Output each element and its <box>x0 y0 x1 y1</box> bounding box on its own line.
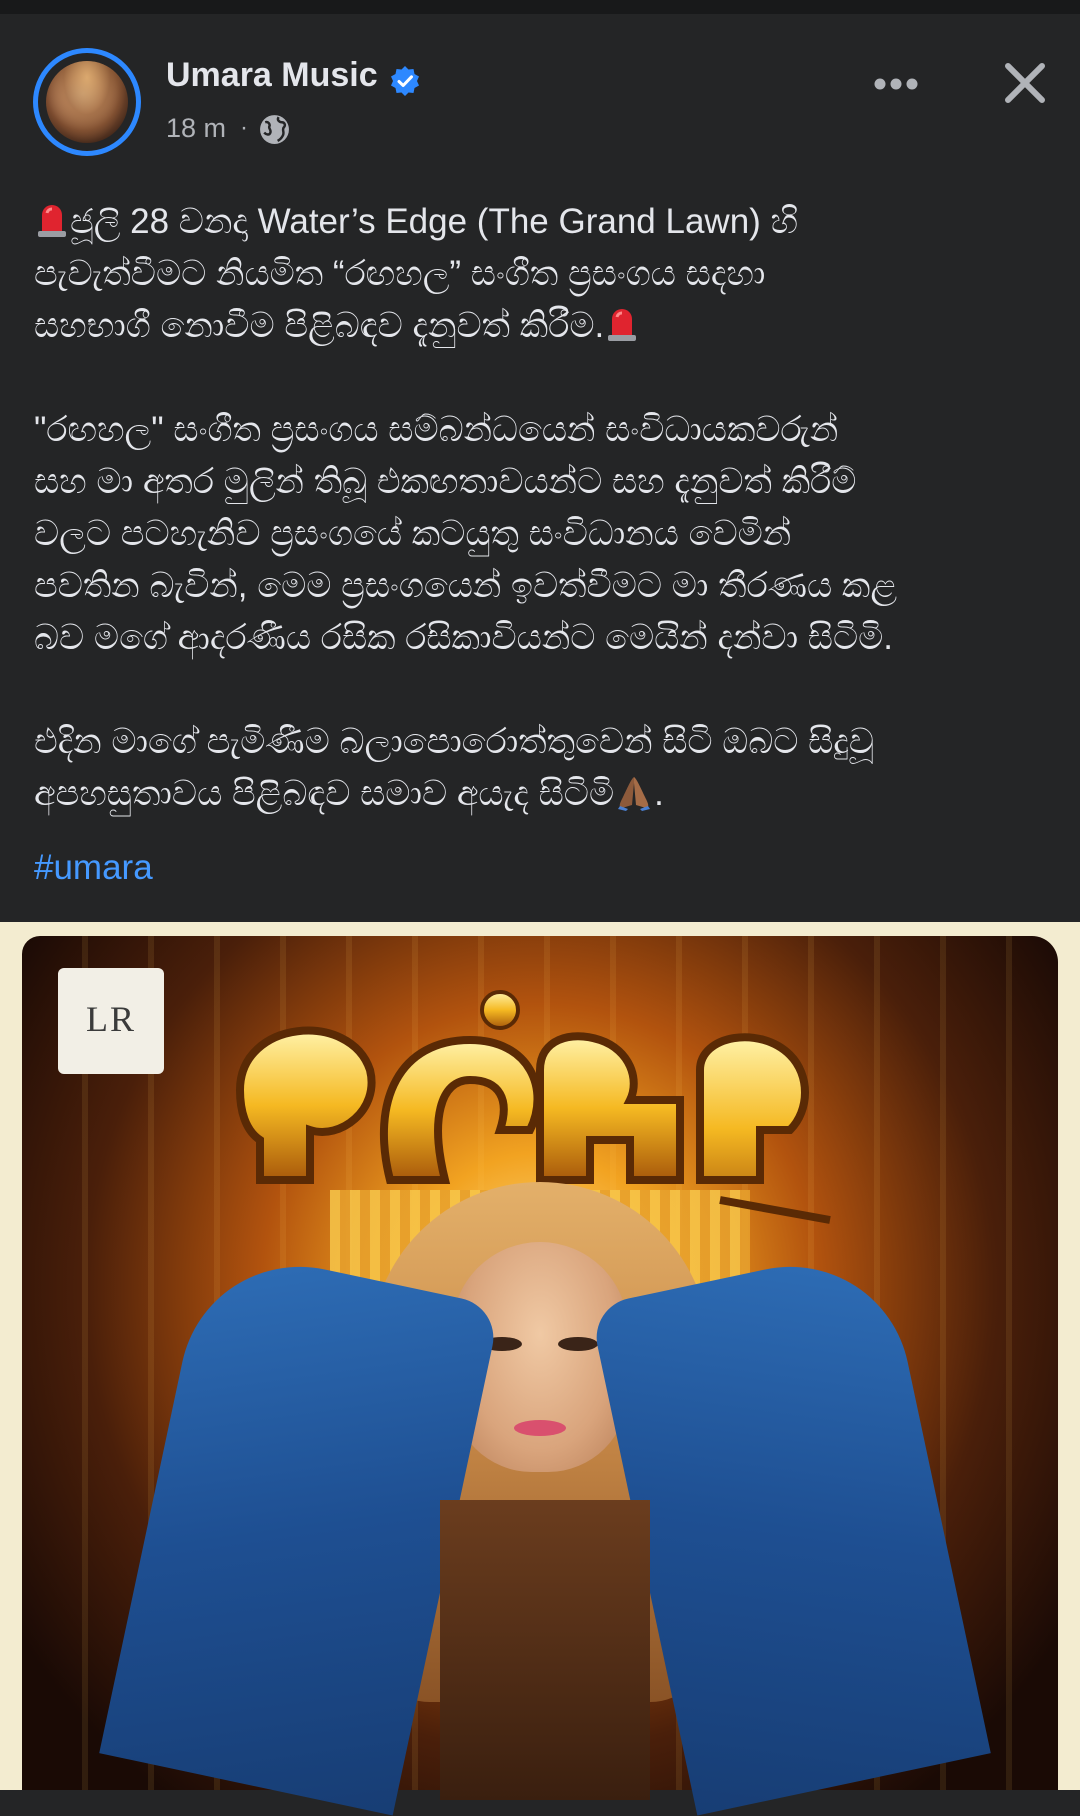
page-name[interactable]: Umara Music <box>166 56 378 95</box>
organizer-logo-text: LR <box>85 999 136 1039</box>
text-line: වලට පටහැනිව ප්‍රසංගයේ කටයුතු සංවිධානය වෙ… <box>34 514 792 553</box>
more-options-icon[interactable] <box>870 66 922 102</box>
text-line: අපහසුතාවය පිළිබඳව සමාව අයැද සිටිමි. <box>34 768 1054 820</box>
text-line-suffix: . <box>654 774 664 813</box>
status-bar-strip <box>0 0 1080 14</box>
paragraph-1: ජූලි 28 වනදා Water’s Edge (The Grand Law… <box>34 196 1054 352</box>
post-text: ජූලි 28 වනදා Water’s Edge (The Grand Law… <box>34 196 1054 872</box>
text-line-content: ජූලි 28 වනදා Water’s Edge (The Grand Law… <box>70 202 799 241</box>
text-line: සහභාගී නොවීම පිළිබඳව දැනුවත් කිරීම. <box>34 300 1054 352</box>
text-line: පැවැත්වීමට නියමිත “රඟහල” සංගීත ප්‍රසංගය … <box>34 254 766 293</box>
text-line: සහ මා අතර මුලින් තිබූ එකඟතාවයන්ට සහ දැනු… <box>34 462 857 501</box>
text-line-content: අපහසුතාවය පිළිබඳව සමාව අයැද සිටිමි <box>34 774 615 813</box>
profile-avatar[interactable] <box>33 48 141 156</box>
hashtag-link[interactable]: #umara <box>34 848 153 888</box>
text-line: පවතින බැවින්, මෙම ප්‍රසංගයෙන් ඉවත්වීමට ම… <box>34 566 898 605</box>
text-line: "රඟහල" සංගීත ප්‍රසංගය සම්බන්ධයෙන් සංවිධා… <box>34 410 839 449</box>
verified-badge-icon <box>391 66 419 96</box>
portrait-torso <box>440 1500 650 1800</box>
folded-hands-emoji-icon <box>618 777 651 811</box>
paragraph-2: "රඟහල" සංගීත ප්‍රසංගය සම්බන්ධයෙන් සංවිධා… <box>34 404 1054 664</box>
avatar-hair-shade <box>46 61 128 143</box>
text-line: ජූලි 28 වනදා Water’s Edge (The Grand Law… <box>34 196 1054 248</box>
portrait-lips <box>514 1420 566 1436</box>
avatar-photo <box>46 61 128 143</box>
siren-emoji-icon <box>608 309 637 341</box>
portrait-eye-right <box>558 1337 598 1351</box>
text-line-content: සහභාගී නොවීම පිළිබඳව දැනුවත් කිරීම. <box>34 306 605 345</box>
close-icon[interactable] <box>1000 58 1050 108</box>
post-header: Umara Music 18 m · <box>0 14 1080 174</box>
paragraph-3: එදින මාගේ පැමිණීම බලාපොරොත්තුවෙන් සිටි ඔ… <box>34 716 1054 820</box>
siren-emoji-icon <box>38 205 66 237</box>
post-time[interactable]: 18 m <box>166 113 226 144</box>
organizer-logo: LR <box>58 968 164 1074</box>
globe-icon <box>260 115 289 144</box>
meta-separator: · <box>240 114 248 141</box>
text-line: බව මගේ ආදරණීය රසික රසිකාවියන්ට මෙයින් දන… <box>34 618 894 657</box>
text-line: එදින මාගේ පැමිණීම බලාපොරොත්තුවෙන් සිටි ඔ… <box>34 722 875 761</box>
